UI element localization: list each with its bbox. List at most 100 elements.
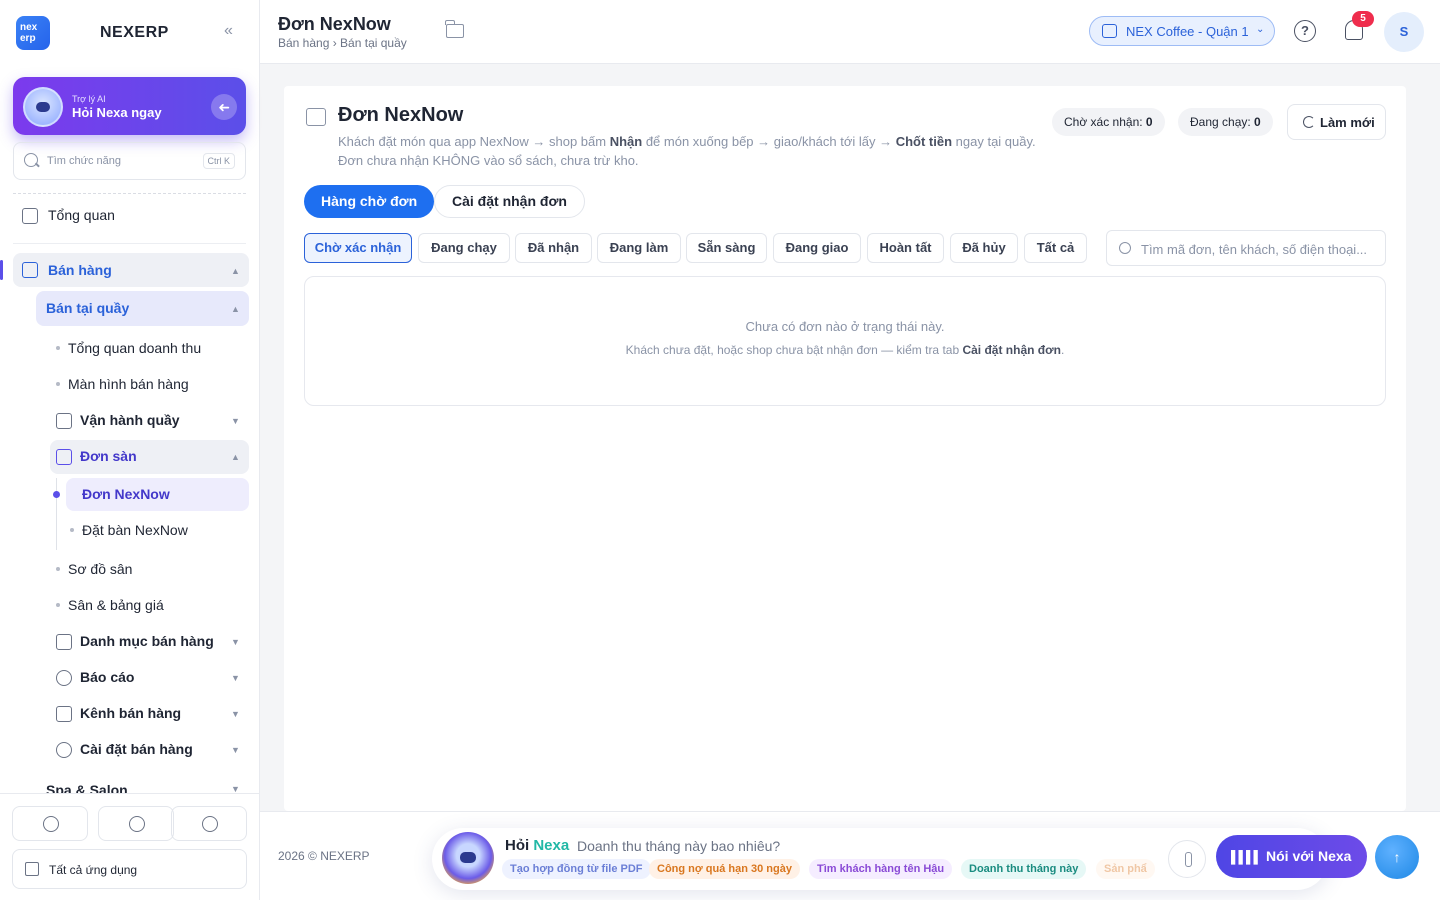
- home-icon: [22, 208, 38, 224]
- chevron-up-icon[interactable]: ▲: [231, 266, 240, 276]
- sidebar-item-revenue-overview[interactable]: Tổng quan doanh thu: [68, 340, 201, 356]
- refresh-button[interactable]: Làm mới: [1287, 104, 1386, 140]
- filter-pending[interactable]: Chờ xác nhận: [304, 233, 412, 263]
- chevron-down-icon[interactable]: ▼: [231, 673, 240, 683]
- sun-icon: [129, 816, 145, 832]
- collapse-sidebar-icon[interactable]: «: [224, 22, 233, 40]
- talk-to-nexa-button[interactable]: ▌▌▌▌ Nói với Nexa: [1216, 835, 1367, 878]
- channels-icon: [56, 706, 72, 722]
- sidebar-item-counter-sales[interactable]: Bán tại quầy: [46, 300, 129, 316]
- send-button[interactable]: ↑: [1375, 835, 1419, 879]
- sidebar-item-sales-catalog[interactable]: Danh mục bán hàng: [80, 633, 214, 649]
- all-apps-button[interactable]: Tất cả ứng dụng: [12, 849, 247, 889]
- suggestion-chip[interactable]: Công nợ quá hạn 30 ngày: [649, 859, 800, 879]
- chevron-down-icon[interactable]: ▼: [231, 416, 240, 426]
- avatar[interactable]: S: [1384, 12, 1424, 52]
- nexa-robot-icon[interactable]: [442, 832, 494, 884]
- sidebar-item-spa[interactable]: Spa & Salon: [46, 782, 128, 793]
- pending-count-badge: Chờ xác nhận: 0: [1052, 108, 1165, 136]
- sidebar: nex erp NEXERP « Trợ lý AI Hỏi Nexa ngay…: [0, 0, 260, 900]
- brand-name: NEXERP: [100, 24, 169, 41]
- empty-hint-link[interactable]: Cài đặt nhận đơn: [962, 343, 1061, 357]
- arrow-left-icon[interactable]: ➜: [211, 94, 237, 120]
- store-selector[interactable]: NEX Coffee - Quận 1 ⌄: [1089, 16, 1275, 46]
- bullet: [56, 603, 60, 607]
- grid-icon: [56, 634, 72, 650]
- sidebar-item-overview[interactable]: Tổng quan: [48, 207, 115, 223]
- attach-icon[interactable]: [1168, 840, 1206, 878]
- active-bullet: [53, 491, 60, 498]
- filter-completed[interactable]: Hoàn tất: [867, 233, 944, 263]
- sidebar-item-sales[interactable]: Bán hàng: [48, 262, 112, 278]
- ai-assistant-card[interactable]: Trợ lý AI Hỏi Nexa ngay ➜: [13, 77, 246, 135]
- chevron-down-icon[interactable]: ▼: [231, 709, 240, 719]
- filter-cancelled[interactable]: Đã hủy: [950, 233, 1018, 263]
- refresh-icon: [1303, 116, 1315, 128]
- order-search-placeholder: Tìm mã đơn, tên khách, số điện thoại...: [1141, 242, 1368, 257]
- filter-accepted[interactable]: Đã nhận: [515, 233, 592, 263]
- active-indicator: [0, 260, 3, 280]
- bullet: [56, 382, 60, 386]
- suggestion-chip[interactable]: Tạo hợp đồng từ file PDF: [502, 859, 651, 879]
- cart-icon: [22, 262, 38, 278]
- folder-icon[interactable]: [445, 20, 464, 38]
- sidebar-item-counter-ops[interactable]: Vận hành quầy: [80, 412, 180, 428]
- breadcrumb[interactable]: Bán hàng › Bán tại quầy: [278, 36, 407, 50]
- sidebar-item-court-prices[interactable]: Sân & bảng giá: [68, 597, 164, 613]
- stat-label: Đang chạy:: [1190, 115, 1255, 129]
- filter-all[interactable]: Tất cả: [1024, 233, 1087, 263]
- nexa-chat-bar[interactable]: Hỏi Nexa Doanh thu tháng này bao nhiêu? …: [432, 828, 1328, 890]
- suggestion-chip[interactable]: Doanh thu tháng này: [961, 859, 1087, 879]
- running-count-badge: Đang chạy: 0: [1178, 108, 1273, 136]
- empty-hint-text: Khách chưa đặt, hoặc shop chưa bật nhận …: [625, 343, 963, 357]
- sidebar-search-input[interactable]: Tìm chức năng Ctrl K: [13, 142, 246, 180]
- tab-order-settings[interactable]: Cài đặt nhận đơn: [434, 185, 585, 218]
- bullet: [70, 528, 74, 532]
- suggestion-chip[interactable]: Sản phẩ: [1096, 859, 1155, 879]
- sidebar-item-sales-channels[interactable]: Kênh bán hàng: [80, 705, 181, 721]
- bullet: [56, 567, 60, 571]
- filter-ready[interactable]: Sẵn sàng: [686, 233, 767, 263]
- store-icon: [1102, 24, 1117, 38]
- suggestion-chip[interactable]: Tìm khách hàng tên Hậu: [809, 859, 953, 879]
- help-icon[interactable]: ?: [1294, 20, 1316, 42]
- tab-order-queue[interactable]: Hàng chờ đơn: [304, 185, 435, 218]
- nexa-label-2: Nexa: [533, 837, 570, 854]
- search-icon: [24, 153, 38, 167]
- divider: [13, 193, 246, 194]
- nexa-prompt-input[interactable]: Doanh thu tháng này bao nhiêu?: [577, 838, 780, 854]
- chevron-down-icon[interactable]: ▼: [231, 784, 240, 793]
- chevron-up-icon[interactable]: ▲: [231, 304, 240, 314]
- filter-delivering[interactable]: Đang giao: [773, 233, 861, 263]
- history-button[interactable]: [12, 806, 88, 841]
- calendar-icon: [56, 449, 72, 465]
- stat-label: Chờ xác nhận:: [1064, 115, 1146, 129]
- nexa-label-1: Hỏi: [505, 837, 534, 854]
- filter-running[interactable]: Đang chạy: [418, 233, 510, 263]
- chevron-up-icon[interactable]: ▲: [231, 452, 240, 462]
- sidebar-item-court-map[interactable]: Sơ đồ sân: [68, 561, 132, 577]
- brand-logo[interactable]: nex erp: [16, 16, 50, 50]
- all-apps-label: Tất cả ứng dụng: [49, 863, 138, 877]
- desc-strong: Nhận: [609, 134, 643, 149]
- apps-grid-icon: [25, 862, 39, 876]
- order-search-input[interactable]: Tìm mã đơn, tên khách, số điện thoại...: [1106, 230, 1386, 266]
- delivery-truck-icon: [306, 108, 326, 126]
- sidebar-item-nexnow-tables[interactable]: Đặt bàn NexNow: [82, 522, 188, 538]
- sidebar-item-reports[interactable]: Báo cáo: [80, 669, 134, 685]
- sidebar-item-sales-screen[interactable]: Màn hình bán hàng: [68, 376, 189, 392]
- sidebar-item-sales-settings[interactable]: Cài đặt bán hàng: [80, 741, 193, 757]
- store-name: NEX Coffee - Quận 1: [1126, 24, 1249, 39]
- chevron-down-icon[interactable]: ▼: [231, 745, 240, 755]
- chevron-down-icon[interactable]: ▼: [231, 637, 240, 647]
- alert-button[interactable]: [171, 806, 247, 841]
- bullet: [56, 346, 60, 350]
- ai-card-subtitle: Trợ lý AI: [72, 94, 106, 104]
- sidebar-item-platform-orders[interactable]: Đơn sàn: [80, 448, 137, 464]
- card-description: Khách đặt món qua app NexNow → shop bấm …: [338, 134, 1036, 149]
- sidebar-item-nexnow-orders[interactable]: Đơn NexNow: [82, 486, 170, 502]
- theme-button[interactable]: [98, 806, 174, 841]
- clock-icon: [43, 816, 59, 832]
- filter-preparing[interactable]: Đang làm: [597, 233, 681, 263]
- shortcut-hint: Ctrl K: [202, 153, 235, 169]
